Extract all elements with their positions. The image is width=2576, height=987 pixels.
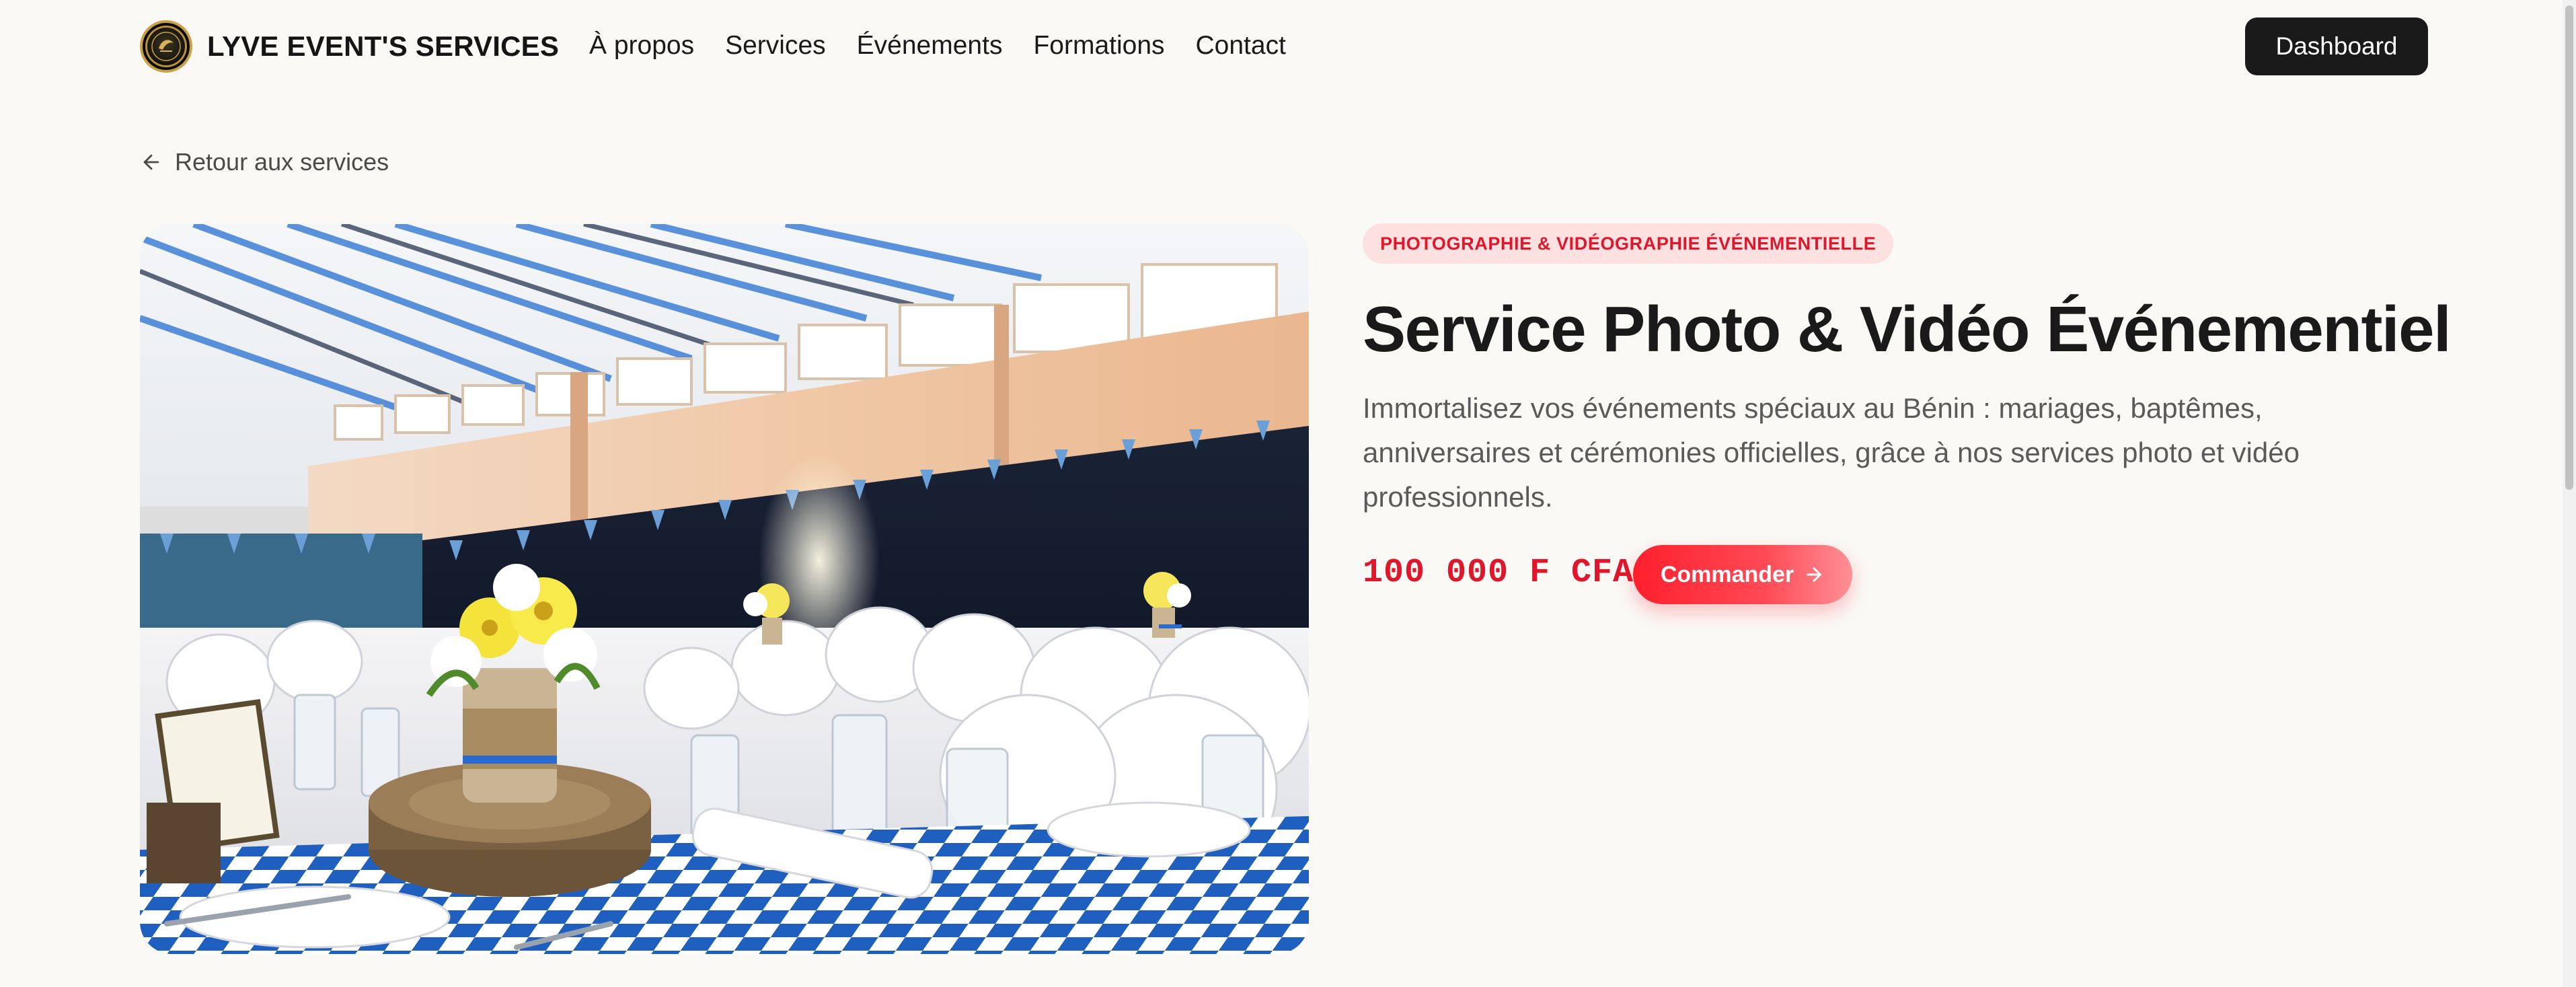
nav-link-evenements[interactable]: Événements	[857, 27, 1003, 65]
main-nav: À propos Services Événements Formations …	[589, 27, 1286, 65]
dashboard-button[interactable]: Dashboard	[2245, 17, 2428, 75]
brand-name: LYVE EVENT'S SERVICES	[207, 30, 560, 62]
order-button[interactable]: Commander	[1633, 545, 1852, 604]
nav-link-services[interactable]: Services	[725, 27, 826, 65]
nav-link-a-propos[interactable]: À propos	[589, 27, 694, 65]
page-scrollbar-thumb[interactable]	[2565, 5, 2573, 490]
order-button-label: Commander	[1660, 561, 1794, 587]
nav-link-formations[interactable]: Formations	[1033, 27, 1164, 65]
category-badge: PHOTOGRAPHIE & VIDÉOGRAPHIE ÉVÉNEMENTIEL…	[1363, 223, 1894, 264]
service-price: 100 000 F CFA	[1363, 554, 1634, 592]
back-link-label: Retour aux services	[175, 148, 389, 176]
arrow-right-icon	[1807, 567, 1821, 582]
site-header: LYVE EVENT'S SERVICES À propos Services …	[0, 0, 2563, 92]
service-image	[140, 224, 1309, 954]
back-to-services-link[interactable]: Retour aux services	[140, 148, 389, 176]
nav-link-contact[interactable]: Contact	[1196, 27, 1286, 65]
brand-link[interactable]: LYVE EVENT'S SERVICES	[140, 20, 559, 73]
lyve-logo-icon	[140, 20, 192, 73]
service-title: Service Photo & Vidéo Événementiel	[1363, 293, 2452, 365]
arrow-left-icon	[143, 154, 159, 170]
service-description: Immortalisez vos événements spéciaux au …	[1363, 392, 2300, 513]
